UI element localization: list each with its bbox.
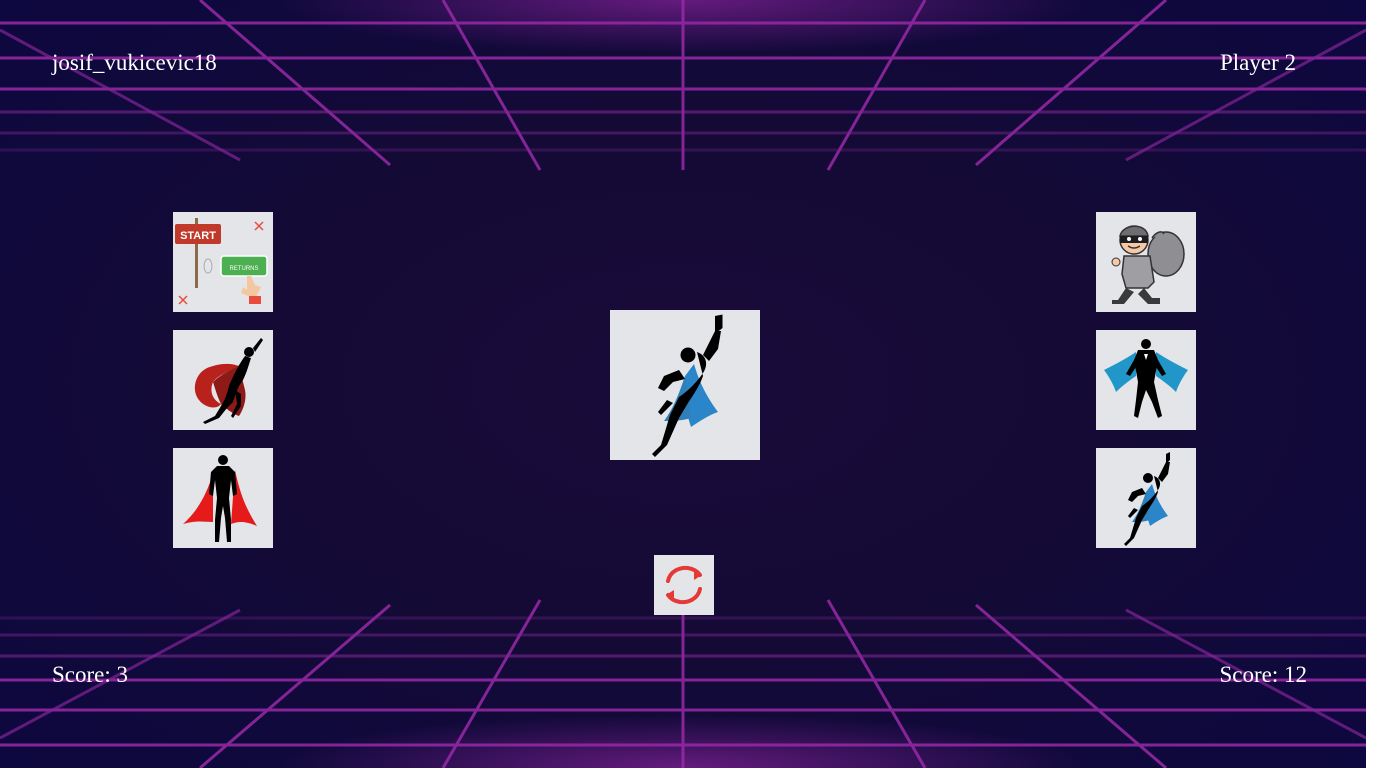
player1-card-2[interactable] xyxy=(173,330,273,430)
swap-button[interactable] xyxy=(654,555,714,615)
player1-name: josif_vukicevic18 xyxy=(52,50,217,75)
game-board: josif_vukicevic18 Player 2 Score: 3 Scor… xyxy=(0,0,1366,768)
flying-hero-red-cape-icon xyxy=(194,338,263,424)
flying-hero-blue-cape-icon xyxy=(1124,452,1170,546)
player1-score: Score: 3 xyxy=(52,662,129,687)
start-sign-text: START xyxy=(180,230,216,242)
returns-sign-text: RETURNS xyxy=(229,266,258,272)
player1-card-1[interactable]: START RETURNS xyxy=(173,212,273,312)
player2-card-3[interactable] xyxy=(1096,448,1196,548)
thief-with-sack-icon xyxy=(1111,225,1185,304)
player2-card-2[interactable] xyxy=(1096,330,1196,430)
player2-score: Score: 12 xyxy=(1219,662,1307,687)
swap-arrows-icon xyxy=(666,565,702,605)
standing-hero-red-cape-icon xyxy=(183,455,257,542)
player2-card-1[interactable] xyxy=(1096,212,1196,312)
start-return-sign-icon: START RETURNS xyxy=(175,218,268,305)
hero-blue-cape-icon xyxy=(1104,339,1188,418)
player1-card-3[interactable] xyxy=(173,448,273,548)
center-active-card[interactable] xyxy=(610,310,760,460)
player2-name: Player 2 xyxy=(1219,50,1296,75)
flying-hero-blue-cape-icon xyxy=(652,314,723,457)
